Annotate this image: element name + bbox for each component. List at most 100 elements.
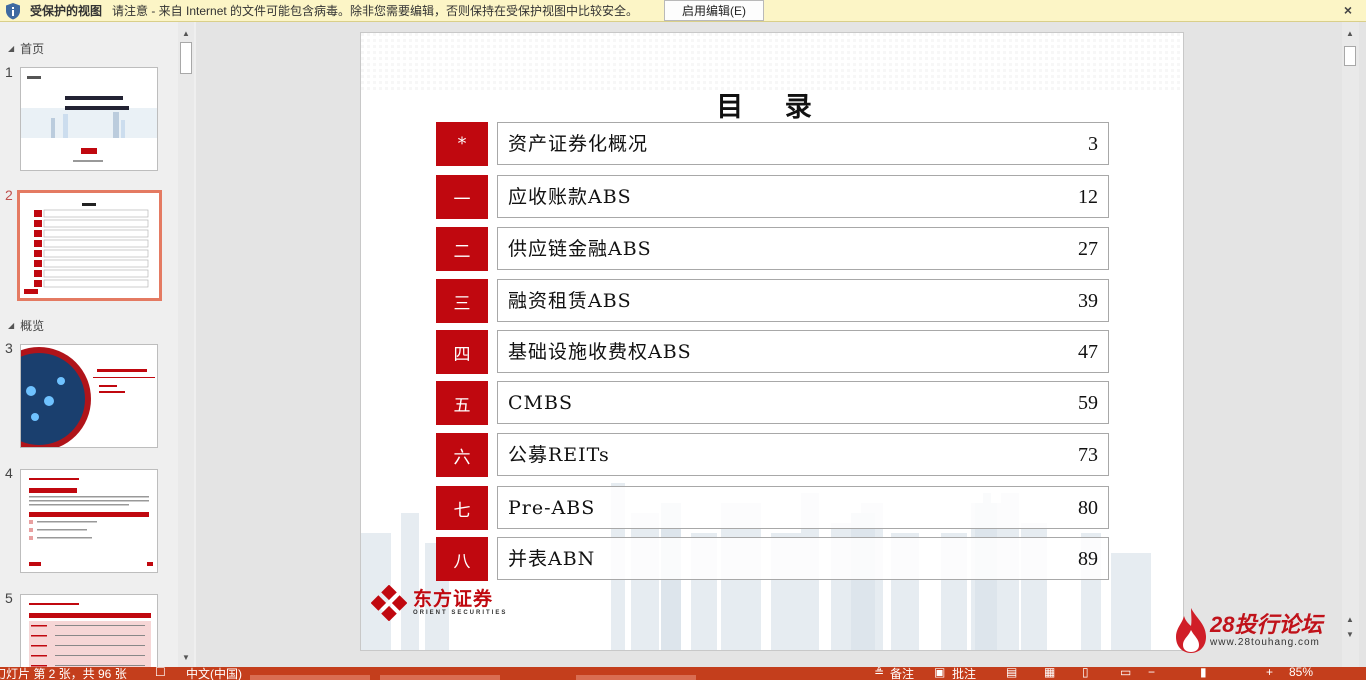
language-indicator[interactable]: 中文(中国) [186, 667, 242, 680]
slide-number: 3 [5, 340, 13, 356]
status-divider [380, 675, 500, 680]
toc-entry-box: 应收账款ABS 12 [497, 175, 1109, 218]
toc-page-number: 80 [1078, 497, 1098, 519]
toc-row[interactable]: 二 供应链金融ABS 27 [436, 227, 1109, 271]
toc-label: Pre-ABS [508, 497, 596, 519]
toc-row[interactable]: 三 融资租赁ABS 39 [436, 279, 1109, 323]
next-slide-icon[interactable]: ▼ [1342, 627, 1358, 641]
toc-entry-box: 并表ABN 89 [497, 537, 1109, 580]
enable-editing-button[interactable]: 启用编辑(E) [664, 0, 764, 21]
toc-entry-box: 供应链金融ABS 27 [497, 227, 1109, 270]
toc-entry-box: 基础设施收费权ABS 47 [497, 330, 1109, 373]
zoom-out-icon[interactable]: − [1148, 667, 1155, 679]
comments-icon[interactable]: ▣ [934, 667, 945, 679]
toc-page-number: 73 [1078, 444, 1098, 466]
toc-label: 资产证券化概况 [508, 133, 649, 155]
toc-page-number: 47 [1078, 341, 1098, 363]
scroll-thumb[interactable] [180, 42, 192, 74]
slide-thumbnail-4[interactable] [20, 469, 158, 573]
protected-view-message: 请注意 - 来自 Internet 的文件可能包含病毒。除非您需要编辑，否则保持… [112, 4, 639, 18]
forum-watermark: 28投行论坛 www.28touhang.com [1172, 606, 1322, 654]
slide-thumbnail-pane: ◢ 首页 1 2 ◢ 概览 3 4 5 [0, 22, 196, 667]
slide-scrollbar[interactable]: ▲ ▲ ▼ [1342, 22, 1359, 667]
slide-number: 1 [5, 64, 13, 80]
slide-number: 5 [5, 590, 13, 606]
close-icon[interactable]: × [1344, 2, 1352, 18]
toc-page-number: 59 [1078, 392, 1098, 414]
toc-entry-box: CMBS 59 [497, 381, 1109, 424]
toc-row[interactable]: 四 基础设施收费权ABS 47 [436, 330, 1109, 374]
status-bar: 幻灯片 第 2 张，共 96 张 ☐ 中文(中国) ≜ 备注 ▣ 批注 ▤ ▦ … [0, 667, 1366, 680]
orient-securities-logo: 东方证券 ORIENT SECURITIES [371, 585, 507, 621]
section-header-home[interactable]: ◢ 首页 [8, 40, 44, 57]
scroll-up-icon[interactable]: ▲ [178, 26, 194, 40]
watermark-title: 28投行论坛 [1210, 611, 1323, 637]
toc-entry-box: 融资租赁ABS 39 [497, 279, 1109, 322]
logo-chinese-text: 东方证券 [413, 589, 494, 610]
scroll-up-icon[interactable]: ▲ [1342, 26, 1358, 40]
zoom-level[interactable]: 85% [1289, 667, 1313, 679]
toc-entry-box: 公募REITs 73 [497, 433, 1109, 476]
toc-entry-box: Pre-ABS 80 [497, 486, 1109, 529]
flame-logo-icon [1176, 608, 1206, 653]
comments-button[interactable]: 批注 [952, 667, 976, 680]
toc-number-badge: 四 [436, 330, 488, 374]
toc-row[interactable]: 一 应收账款ABS 12 [436, 175, 1109, 219]
collapse-triangle-icon[interactable]: ◢ [8, 321, 14, 330]
logo-english-text: ORIENT SECURITIES [413, 610, 508, 616]
toc-page-number: 89 [1078, 548, 1098, 570]
toc-label: 融资租赁ABS [508, 290, 632, 312]
toc-page-number: 3 [1088, 133, 1098, 155]
slide-thumbnail-2-selected[interactable] [17, 190, 162, 301]
current-slide[interactable]: 目 录 * 资产证券化概况 3 一 应收账款ABS 12 二 供应链金融ABS … [361, 33, 1183, 650]
slideshow-icon[interactable]: ▭ [1120, 667, 1131, 679]
toc-row[interactable]: 八 并表ABN 89 [436, 537, 1109, 581]
zoom-slider[interactable]: ▮ [1200, 667, 1207, 679]
toc-number-badge: 五 [436, 381, 488, 425]
toc-number-badge: 八 [436, 537, 488, 581]
toc-number-badge: 七 [436, 486, 488, 530]
zoom-in-icon[interactable]: + [1266, 667, 1273, 679]
slide-number: 2 [5, 187, 13, 203]
toc-row[interactable]: 五 CMBS 59 [436, 381, 1109, 425]
toc-row[interactable]: 六 公募REITs 73 [436, 433, 1109, 477]
status-divider [250, 675, 370, 680]
toc-number-badge: 二 [436, 227, 488, 271]
slide-count-text: 幻灯片 第 2 张，共 96 张 [0, 667, 127, 680]
slide-thumbnail-1[interactable] [20, 67, 158, 171]
toc-page-number: 12 [1078, 186, 1098, 208]
thumbnail-scrollbar[interactable]: ▲ ▼ [178, 22, 194, 667]
toc-row[interactable]: 七 Pre-ABS 80 [436, 486, 1109, 530]
toc-label: 供应链金融ABS [508, 238, 652, 260]
toc-number-badge: 六 [436, 433, 488, 477]
normal-view-icon[interactable]: ▤ [1006, 667, 1017, 679]
toc-label: 公募REITs [508, 444, 610, 466]
notes-button[interactable]: 备注 [890, 667, 914, 680]
status-divider [576, 675, 696, 680]
scroll-down-icon[interactable]: ▼ [178, 650, 194, 664]
protected-view-title: 受保护的视图 [30, 4, 103, 18]
toc-number-badge: * [436, 122, 488, 166]
reading-view-icon[interactable]: ▯ [1082, 667, 1089, 679]
previous-slide-icon[interactable]: ▲ [1342, 612, 1358, 626]
scroll-thumb[interactable] [1344, 46, 1356, 66]
protected-view-bar: 受保护的视图 请注意 - 来自 Internet 的文件可能包含病毒。除非您需要… [0, 0, 1366, 22]
toc-label: 并表ABN [508, 548, 596, 570]
slide-title: 目 录 [716, 92, 828, 123]
notes-icon[interactable]: ≜ [874, 667, 884, 679]
toc-number-badge: 三 [436, 279, 488, 323]
toc-label: 应收账款ABS [508, 186, 632, 208]
spellcheck-icon[interactable]: ☐ [155, 667, 166, 679]
toc-label: 基础设施收费权ABS [508, 341, 692, 363]
slide-sorter-icon[interactable]: ▦ [1044, 667, 1055, 679]
toc-entry-box: 资产证券化概况 3 [497, 122, 1109, 165]
toc-label: CMBS [508, 392, 573, 414]
toc-page-number: 27 [1078, 238, 1098, 260]
watermark-url: www.28touhang.com [1210, 636, 1320, 648]
collapse-triangle-icon[interactable]: ◢ [8, 44, 14, 53]
slide-thumbnail-5[interactable] [20, 594, 158, 667]
section-header-overview[interactable]: ◢ 概览 [8, 317, 44, 334]
slide-thumbnail-3[interactable] [20, 344, 158, 448]
toc-number-badge: 一 [436, 175, 488, 219]
toc-row[interactable]: * 资产证券化概况 3 [436, 122, 1109, 166]
